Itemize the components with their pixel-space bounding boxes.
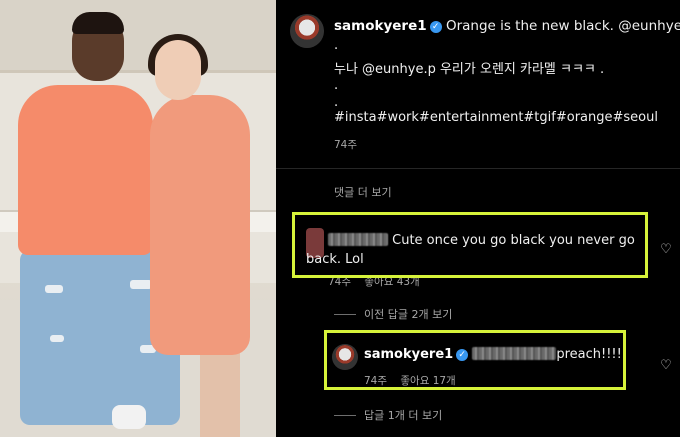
photo-wall: [0, 0, 276, 70]
view-previous-replies-link[interactable]: 이전 답글 2개 보기: [334, 306, 452, 322]
reply-line: [334, 314, 356, 315]
man-hair: [72, 12, 124, 34]
post-photo: [0, 0, 276, 437]
verified-icon: ✓: [429, 21, 442, 33]
woman-dress: [150, 95, 250, 355]
caption-dot: .: [334, 95, 339, 110]
view-previous-replies-label: 이전 답글 2개 보기: [364, 308, 453, 321]
view-more-replies-link[interactable]: 답글 1개 더 보기: [334, 407, 442, 423]
caption-hashtags[interactable]: #insta#work#entertainment#tgif#orange#se…: [334, 110, 658, 125]
author-avatar[interactable]: [290, 14, 324, 48]
post-timestamp[interactable]: 74주: [334, 137, 357, 152]
like-heart-icon[interactable]: ♡: [659, 243, 673, 257]
divider: [276, 168, 680, 169]
caption-dot: .: [334, 78, 339, 93]
man-shoe: [112, 405, 146, 429]
reply-line: [334, 415, 356, 416]
caption-dot: .: [334, 38, 339, 53]
caption-korean-line: 누나 @eunhye.p 우리가 오렌지 카라멜 ㅋㅋㅋ .: [334, 62, 605, 77]
view-more-comments-link[interactable]: 댓글 더 보기: [334, 184, 392, 200]
comments-panel: samokyere1 ✓ Orange is the new black. @eu…: [276, 0, 680, 437]
author-username[interactable]: samokyere1: [334, 18, 427, 34]
woman-legs: [200, 350, 240, 437]
highlight-box: [292, 212, 648, 278]
woman-head: [155, 40, 201, 100]
view-more-replies-label: 답글 1개 더 보기: [364, 409, 443, 422]
caption-first-line: samokyere1 ✓ Orange is the new black. @eu…: [334, 18, 680, 34]
like-heart-icon[interactable]: ♡: [659, 359, 673, 373]
caption-text: Orange is the new black. @eunhye.p .: [445, 18, 680, 34]
highlight-box: [324, 330, 626, 390]
man-sweater: [18, 85, 153, 255]
